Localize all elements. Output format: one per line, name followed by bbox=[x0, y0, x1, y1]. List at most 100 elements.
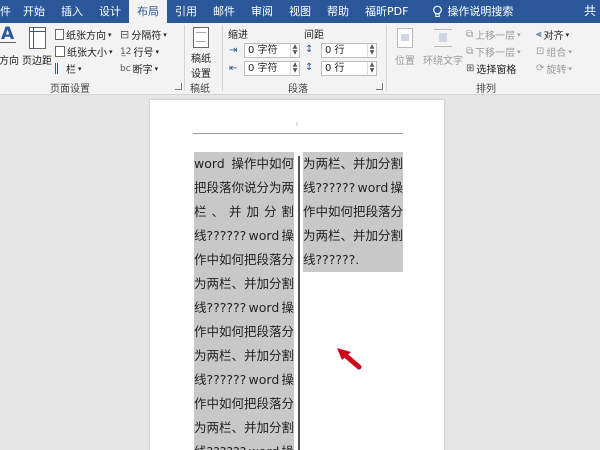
tab-mailings[interactable]: 邮件 bbox=[205, 0, 243, 23]
chevron-down-icon: ▾ bbox=[108, 30, 112, 39]
text-fragment: 线?????? bbox=[194, 300, 247, 315]
indent-left-icon: ⇥ bbox=[229, 45, 238, 56]
text-line: 线??????word操 bbox=[194, 296, 294, 320]
size-label: 纸张大小 bbox=[67, 48, 107, 59]
selection-pane-button[interactable]: ⊞ 选择窗格 bbox=[466, 61, 516, 76]
align-button[interactable]: ⫷ 对齐 ▾ bbox=[536, 27, 569, 42]
tab-view[interactable]: 视图 bbox=[281, 0, 319, 23]
rotate-button[interactable]: ⟳ 旋转 ▾ bbox=[536, 61, 572, 76]
chevron-down-icon: ▾ bbox=[517, 47, 521, 56]
bring-forward-icon: ⧉ bbox=[466, 29, 474, 40]
indent-heading: 缩进 bbox=[228, 30, 248, 41]
position-icon bbox=[394, 26, 416, 50]
page-setup-launcher-icon[interactable] bbox=[175, 83, 182, 90]
text-line: 为两栏、并加分割 bbox=[194, 272, 294, 296]
orientation-button[interactable]: 纸张方向 ▾ bbox=[55, 27, 112, 42]
manuscript-icon bbox=[190, 26, 212, 50]
space-after-input[interactable]: 0 行 ▲ ▼ bbox=[321, 61, 377, 76]
orientation-label: 纸张方向 bbox=[66, 31, 106, 42]
text-line: 线??????word操 bbox=[194, 368, 294, 392]
text-fragment: 操 bbox=[281, 228, 294, 243]
margins-button[interactable]: 页边距 bbox=[22, 26, 52, 67]
text-fragment: 为两栏、并加分割 bbox=[303, 156, 403, 171]
selection-pane-icon: ⊞ bbox=[466, 63, 475, 74]
paper-size-icon bbox=[55, 46, 65, 57]
text-fragment: 割 bbox=[281, 204, 294, 219]
bring-forward-label: 上移一层 bbox=[475, 31, 516, 42]
bring-forward-button[interactable]: ⧉ 上移一层 ▾ bbox=[466, 27, 521, 42]
text-line: 作中如何把段落分 bbox=[303, 200, 403, 224]
text-direction-icon: A bbox=[0, 24, 20, 50]
space-before-value: 0 行 bbox=[325, 45, 345, 56]
spinner-arrows-icon[interactable]: ▲ ▼ bbox=[367, 62, 376, 75]
breaks-icon: ⊟ bbox=[120, 28, 130, 41]
right-text-column[interactable]: 为两栏、并加分割 线?????? word 操作中如何把段落分 为两栏、并加分割 线???… bbox=[303, 152, 403, 272]
send-backward-label: 下移一层 bbox=[475, 48, 516, 59]
header-border-line bbox=[193, 133, 403, 134]
tab-foxit-pdf[interactable]: 福昕PDF bbox=[357, 0, 416, 23]
text-direction-button[interactable]: A 方向 bbox=[0, 24, 20, 67]
tell-me-search[interactable]: 操作说明搜索 bbox=[424, 0, 521, 23]
wrap-text-label: 环绕文字 bbox=[423, 56, 463, 67]
text-fragment: 操 bbox=[281, 440, 294, 450]
send-backward-icon: ⧉ bbox=[466, 46, 474, 57]
wrap-text-button[interactable]: 环绕文字 bbox=[422, 26, 464, 67]
text-line: 为两栏、并加分割 bbox=[303, 224, 403, 248]
line-numbers-button[interactable]: 1̲2 行号 ▾ bbox=[120, 44, 159, 60]
text-line: 把段落你说分为两 bbox=[194, 176, 294, 200]
paragraph-launcher-icon[interactable] bbox=[376, 83, 383, 90]
header-paragraph-mark: ı bbox=[296, 120, 298, 128]
ribbon-layout-panel: A 方向 页边距 纸张方向 ▾ 纸张大小 ▾ 栏 ▾ ⊟ 分隔符 ▾ 1̲2 行号 ▾ b… bbox=[0, 23, 600, 95]
chevron-down-icon: ▾ bbox=[154, 64, 159, 73]
document-page[interactable]: ı word 操作中如何 把段落你说分为两栏、并加分割线?????? word 操作中如… bbox=[150, 100, 444, 450]
text-line: 为两栏、并加分割 bbox=[194, 416, 294, 440]
text-fragment: word bbox=[194, 156, 225, 171]
send-backward-button[interactable]: ⧉ 下移一层 ▾ bbox=[466, 44, 521, 59]
tab-layout[interactable]: 布局 bbox=[129, 0, 167, 23]
indent-left-input[interactable]: 0 字符 ▲ ▼ bbox=[244, 43, 300, 58]
tab-home[interactable]: 开始 bbox=[15, 0, 53, 23]
tab-design[interactable]: 设计 bbox=[91, 0, 129, 23]
spinner-arrows-icon[interactable]: ▲ ▼ bbox=[290, 62, 299, 75]
text-line: 线??????word操 bbox=[303, 176, 403, 200]
hyphenation-button[interactable]: bc 断字 ▾ bbox=[120, 61, 159, 77]
text-fragment: 线??????. bbox=[303, 252, 360, 267]
text-fragment: word bbox=[357, 180, 389, 195]
tab-help[interactable]: 帮助 bbox=[319, 0, 357, 23]
margins-label: 页边距 bbox=[22, 56, 52, 67]
breaks-label: 分隔符 bbox=[131, 31, 162, 42]
text-fragment: 作中如何把段落分 bbox=[194, 252, 294, 267]
text-fragment: word bbox=[248, 372, 280, 387]
chevron-down-icon: ▾ bbox=[163, 30, 167, 39]
text-fragment: 线?????? bbox=[194, 440, 246, 450]
size-button[interactable]: 纸张大小 ▾ bbox=[55, 44, 113, 59]
manuscript-settings-button[interactable]: 稿纸 设置 bbox=[188, 26, 214, 80]
columns-button[interactable]: 栏 ▾ bbox=[55, 61, 82, 76]
indent-right-value: 0 字符 bbox=[248, 63, 278, 74]
space-after-icon: ↕ bbox=[305, 62, 314, 73]
group-divider bbox=[184, 25, 185, 91]
tab-insert[interactable]: 插入 bbox=[53, 0, 91, 23]
breaks-button[interactable]: ⊟ 分隔符 ▾ bbox=[120, 27, 167, 42]
space-before-input[interactable]: 0 行 ▲ ▼ bbox=[321, 43, 377, 58]
group-button[interactable]: ⊡ 组合 ▾ bbox=[536, 44, 572, 59]
share-user-icon[interactable]: 共 bbox=[584, 0, 596, 23]
indent-right-input[interactable]: 0 字符 ▲ ▼ bbox=[244, 61, 300, 76]
position-button[interactable]: 位置 bbox=[392, 26, 418, 67]
tab-file[interactable]: 件 bbox=[0, 0, 15, 23]
spacing-heading: 间距 bbox=[304, 30, 324, 41]
text-fragment: word bbox=[249, 440, 280, 450]
text-fragment: 为两栏、并加分割 bbox=[194, 276, 294, 291]
text-fragment: 线?????? bbox=[194, 372, 247, 387]
spinner-arrows-icon[interactable]: ▲ ▼ bbox=[367, 44, 376, 57]
text-fragment: 栏 bbox=[194, 204, 207, 219]
text-fragment: 作中如何把段落分 bbox=[194, 324, 294, 339]
spinner-arrows-icon[interactable]: ▲ ▼ bbox=[290, 44, 299, 57]
columns-label: 栏 bbox=[66, 65, 76, 76]
text-fragment: word bbox=[248, 300, 280, 315]
tab-references[interactable]: 引用 bbox=[167, 0, 205, 23]
selection-pane-label: 选择窗格 bbox=[476, 65, 517, 76]
left-text-column[interactable]: word 操作中如何 把段落你说分为两栏、并加分割线?????? word 操作中如何把… bbox=[194, 152, 294, 450]
tab-review[interactable]: 审阅 bbox=[243, 0, 281, 23]
text-fragment: 并 bbox=[228, 204, 242, 219]
